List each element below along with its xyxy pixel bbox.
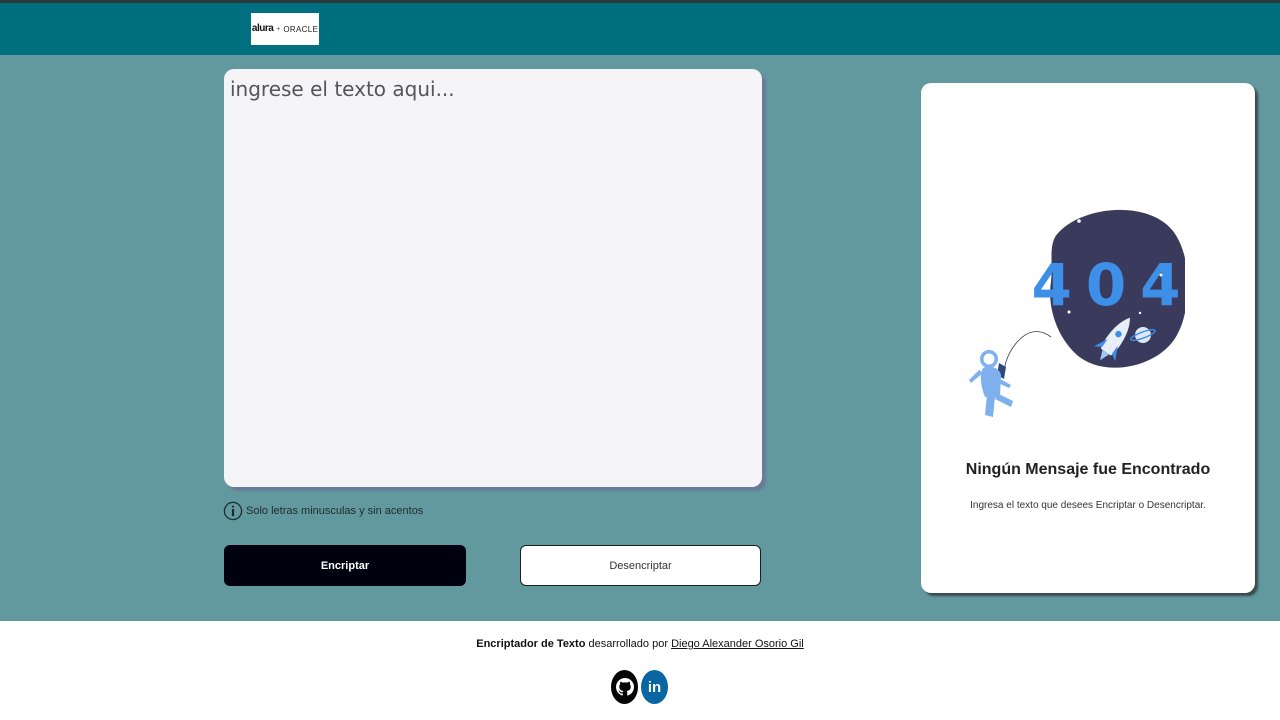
digit-4-left: 4 — [1031, 251, 1085, 319]
github-link[interactable] — [611, 670, 638, 704]
result-panel: 404 Ningún Mensaje fue Encontrado Ingres… — [921, 83, 1255, 593]
svg-text:404: 404 — [1031, 251, 1185, 319]
footer-brand: Encriptador de Texto — [476, 638, 586, 650]
logo-alura-text: alura — [251, 23, 274, 34]
astronaut-404-illustration: 404 — [969, 209, 1185, 417]
digit-0: 0 — [1086, 251, 1140, 319]
github-icon — [615, 678, 634, 696]
footer: Encriptador de Texto desarrollado por Di… — [0, 621, 1280, 720]
text-input[interactable] — [224, 69, 762, 487]
footer-credits: Encriptador de Texto desarrollado por Di… — [0, 638, 1280, 650]
info-icon — [223, 501, 243, 521]
linkedin-link[interactable]: in — [641, 670, 668, 704]
hint-text: Solo letras minusculas y sin acentos — [246, 505, 424, 517]
logo-oracle-text: ORACLE — [283, 24, 319, 34]
social-links: in — [611, 670, 668, 704]
alura-oracle-logo[interactable]: alura + ORACLE — [251, 13, 319, 45]
author-link[interactable]: Diego Alexander Osorio Gil — [671, 638, 804, 650]
input-hint: Solo letras minusculas y sin acentos — [223, 500, 423, 522]
linkedin-icon: in — [647, 678, 662, 696]
header-bar: alura + ORACLE — [0, 3, 1280, 55]
result-subtitle: Ingresa el texto que desees Encriptar o … — [970, 500, 1206, 511]
digit-4-right: 4 — [1140, 251, 1185, 319]
text-input-card — [224, 69, 762, 487]
decrypt-button[interactable]: Desencriptar — [520, 545, 761, 586]
result-title: Ningún Mensaje fue Encontrado — [965, 461, 1211, 478]
encrypt-button[interactable]: Encriptar — [224, 545, 466, 586]
logo-plus: + — [276, 25, 281, 33]
footer-developed-by: desarrollado por — [588, 638, 669, 650]
main-section: Solo letras minusculas y sin acentos Enc… — [0, 55, 1280, 621]
